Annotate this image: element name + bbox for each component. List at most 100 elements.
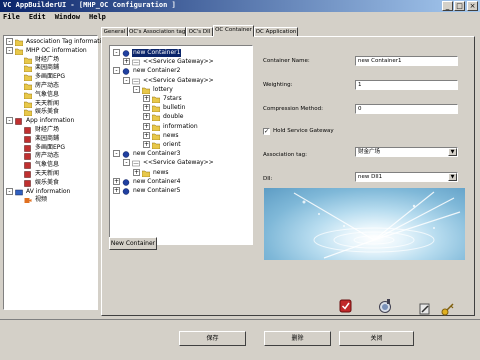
expand-icon[interactable]: + <box>143 131 150 139</box>
collapse-icon[interactable]: - <box>6 187 13 195</box>
tree-label: 天天新闻 <box>35 170 60 177</box>
menu-file[interactable]: File <box>3 12 20 23</box>
tab-oc-container[interactable]: OC Container <box>213 25 254 37</box>
tree-row-news[interactable]: + news <box>110 131 252 141</box>
tree-row-item[interactable]: 娱乐美食 <box>4 108 97 117</box>
expand-icon[interactable]: + <box>113 187 120 194</box>
collapse-icon[interactable]: - <box>133 85 140 93</box>
save-button[interactable]: 保存 <box>179 331 246 346</box>
tree-label: new Container2 <box>133 67 181 75</box>
tree-row-item[interactable]: 天天新闻 <box>4 170 97 178</box>
oc-container-page: - new Container1 + <<Service Gateway>> - new … <box>101 36 475 316</box>
tree-row-item[interactable]: 房产动态 <box>4 82 97 91</box>
tree-row-news[interactable]: + news <box>110 168 252 177</box>
delete-button[interactable]: 删除 <box>264 331 331 346</box>
tree-label: news <box>163 131 179 139</box>
compression-input[interactable]: 0 <box>355 104 458 114</box>
tree-label: 气象信息 <box>35 161 60 169</box>
folder-icon <box>23 101 33 108</box>
tree-row-item[interactable]: 天天新闻 <box>4 100 97 108</box>
tree-row-item[interactable]: 气象信息 <box>4 91 97 100</box>
container-name-input[interactable]: new Container1 <box>355 56 458 66</box>
tree-row-item[interactable]: 房产动态 <box>4 152 97 161</box>
expand-icon[interactable]: + <box>143 104 150 112</box>
tree-row-new-container3[interactable]: - new Container3 <box>110 150 252 158</box>
container-icon <box>122 188 130 195</box>
collapse-icon[interactable]: - <box>123 159 130 167</box>
expand-icon[interactable]: + <box>143 113 150 121</box>
association-tag-select[interactable]: 财金广场 ▼ <box>355 147 458 157</box>
tree-row-mhp-oc-information[interactable]: - MHP OC information <box>4 46 97 56</box>
tree-label: orient <box>163 141 181 148</box>
edit-icon[interactable] <box>417 301 433 317</box>
tree-row-item[interactable]: 视频 <box>4 196 97 204</box>
expand-icon[interactable]: + <box>143 141 150 148</box>
collapse-icon[interactable]: - <box>113 49 120 56</box>
tree-row-epg[interactable]: 多画面EPG <box>4 144 97 152</box>
collapse-icon[interactable]: - <box>113 67 120 75</box>
collapse-icon[interactable]: - <box>113 150 120 158</box>
menu-window[interactable]: Window <box>55 12 80 23</box>
close-window-button[interactable]: × <box>467 1 478 11</box>
tree-label: AV information <box>26 187 71 195</box>
tree-row-information[interactable]: + information <box>110 122 252 131</box>
tree-row-epg[interactable]: 多画面EPG <box>4 73 97 82</box>
maximize-button[interactable]: □ <box>454 1 465 11</box>
chevron-down-icon[interactable]: ▼ <box>448 148 457 156</box>
tree-row-item[interactable]: 财经广场 <box>4 126 97 134</box>
container-icon <box>122 179 130 186</box>
folder-icon <box>151 133 161 141</box>
hold-gateway-checkbox[interactable]: ✓ <box>263 128 270 135</box>
tree-row-lottery[interactable]: - lottery <box>110 85 252 95</box>
tree-row-orient[interactable]: + orient <box>110 141 252 150</box>
tree-row-double[interactable]: + double <box>110 113 252 122</box>
key-icon[interactable] <box>440 301 456 317</box>
collapse-icon[interactable]: - <box>6 117 13 125</box>
tree-row-new-container1[interactable]: - new Container1 <box>110 49 252 57</box>
tree-row-item[interactable]: 楽园商鋪 <box>4 135 97 143</box>
expand-icon[interactable]: + <box>113 177 120 185</box>
dii-select[interactable]: new DII1 ▼ <box>355 172 458 182</box>
tree-row-new-container5[interactable]: + new Container5 <box>110 187 252 195</box>
tree-row-app-information[interactable]: - App information <box>4 117 97 125</box>
tree-row-item[interactable]: 气象信息 <box>4 161 97 169</box>
expand-icon[interactable]: + <box>123 58 130 66</box>
container-tree[interactable]: - new Container1 + <<Service Gateway>> - new … <box>109 45 253 245</box>
new-container-button[interactable]: New Container <box>109 237 157 250</box>
tree-label: 娱乐美食 <box>35 178 60 186</box>
tree-row-new-container4[interactable]: + new Container4 <box>110 177 252 186</box>
weighting-input[interactable]: 1 <box>355 80 458 90</box>
tree-label: new Container3 <box>133 150 181 158</box>
folder-icon <box>23 109 33 117</box>
collapse-icon[interactable]: - <box>6 46 13 54</box>
tree-row-bulletin[interactable]: + bulletin <box>110 104 252 113</box>
tree-row-service-gateway[interactable]: - <<Service Gateway>> <box>110 76 252 85</box>
tree-row-item[interactable]: 娱乐美食 <box>4 179 97 187</box>
expand-icon[interactable]: + <box>143 95 150 102</box>
menu-help[interactable]: Help <box>89 12 106 23</box>
tree-row-7stars[interactable]: +7stars <box>110 95 252 104</box>
tree-row-item[interactable]: 楽园商鋪 <box>4 64 97 73</box>
tree-row-item[interactable]: 财经广场 <box>4 56 97 64</box>
tree-label: lottery <box>153 85 173 93</box>
inspect-icon[interactable] <box>377 298 393 314</box>
chevron-down-icon[interactable]: ▼ <box>448 173 457 181</box>
menu-edit[interactable]: Edit <box>29 12 46 23</box>
tree-row-av-information[interactable]: - AV information <box>4 187 97 196</box>
tree-row-service-gateway[interactable]: + <<Service Gateway>> <box>110 58 252 66</box>
tree-row-new-container2[interactable]: - new Container2 <box>110 67 252 76</box>
tree-label: <<Service Gateway>> <box>143 159 214 167</box>
minimize-button[interactable]: _ <box>442 1 453 11</box>
info-tree[interactable]: - Association Tag information - MHP OC info… <box>3 35 109 310</box>
collapse-icon[interactable]: - <box>6 38 13 45</box>
apply-icon[interactable] <box>338 298 354 314</box>
expand-icon[interactable]: + <box>143 122 150 130</box>
close-button[interactable]: 关闭 <box>339 331 414 346</box>
hold-gateway-label: Hold Service Gateway <box>273 128 334 134</box>
gateway-icon <box>132 160 140 167</box>
collapse-icon[interactable]: - <box>123 76 130 84</box>
folder-icon <box>151 105 161 113</box>
expand-icon[interactable]: + <box>133 168 140 176</box>
tree-row-service-gateway[interactable]: - <<Service Gateway>> <box>110 159 252 167</box>
tree-row-association-tag-information[interactable]: - Association Tag information <box>4 38 109 47</box>
